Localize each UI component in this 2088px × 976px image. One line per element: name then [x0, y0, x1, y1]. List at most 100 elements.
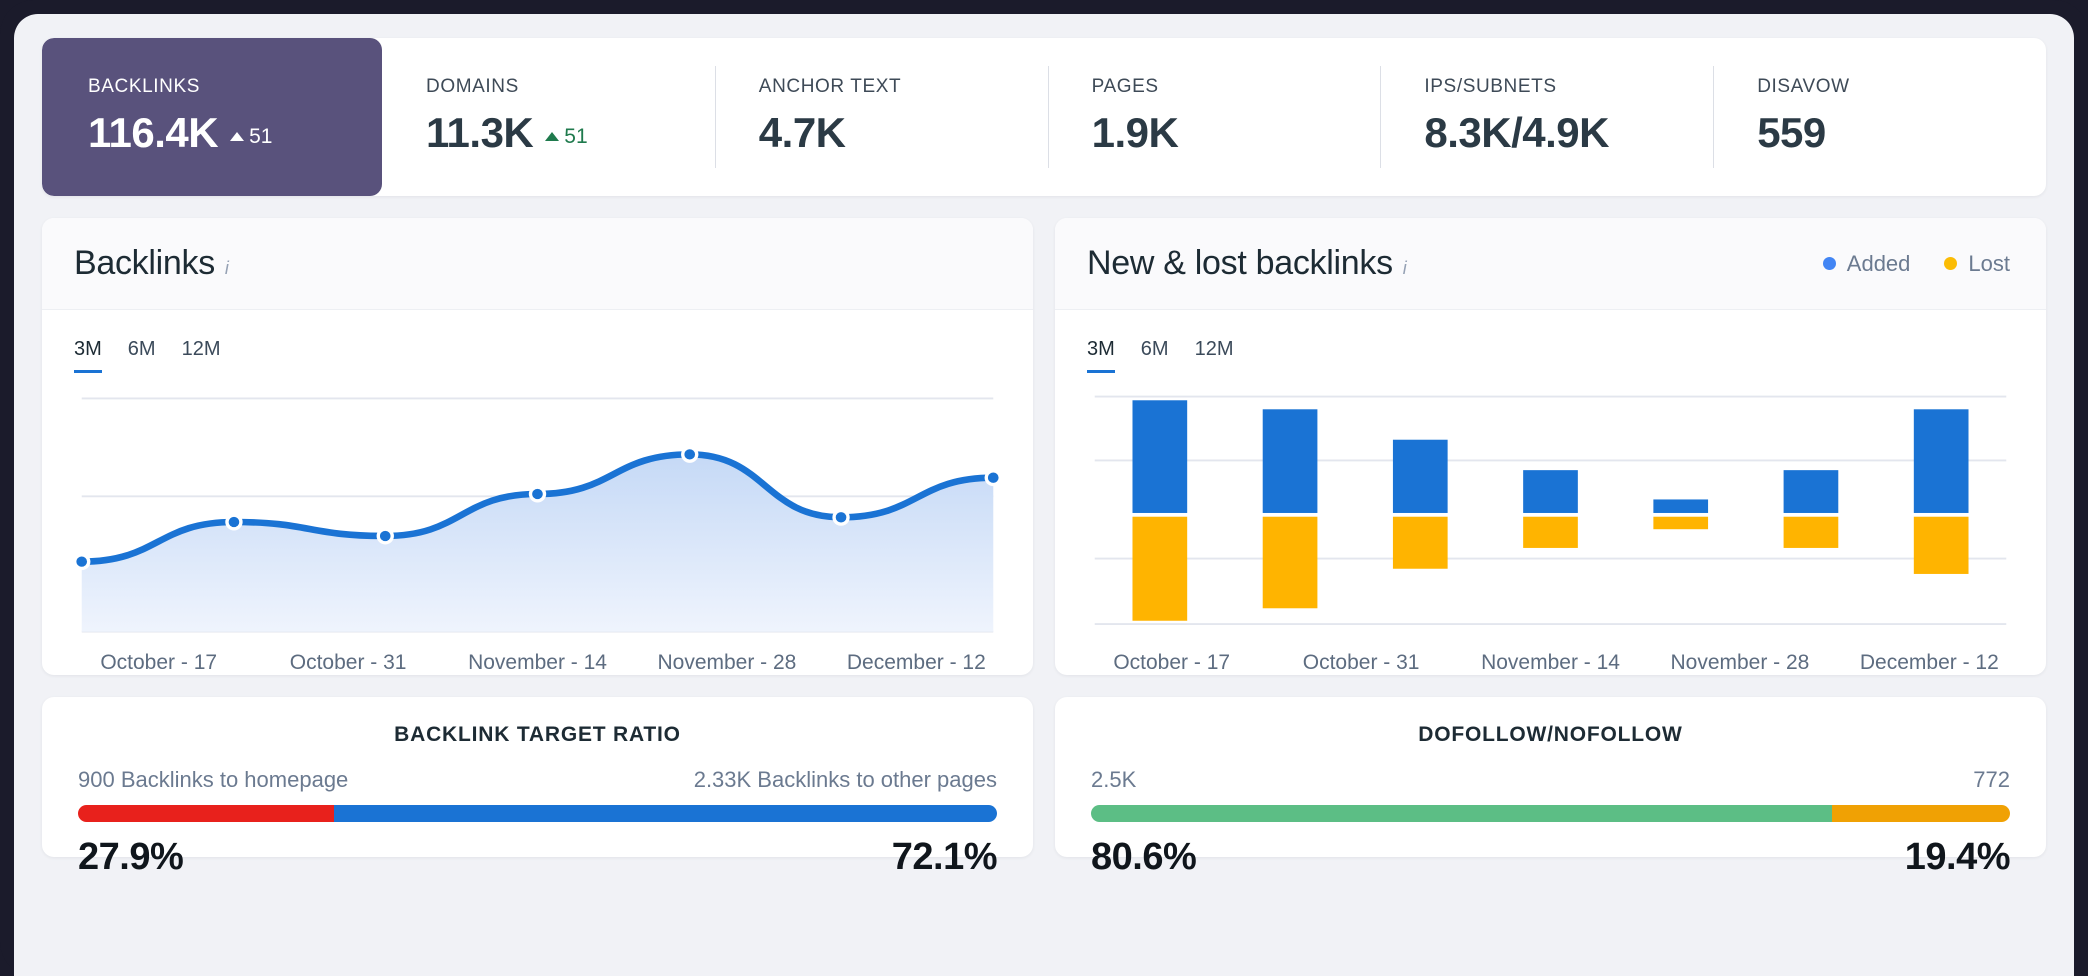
new-lost-x-tick: November - 28 — [1670, 651, 1810, 674]
new-lost-range-tabs: 3M 6M 12M — [1055, 310, 2046, 373]
metric-value-row: 8.3K/4.9K — [1424, 112, 1713, 154]
ratio-segment-left — [1091, 805, 1832, 822]
ratio-right-percent: 19.4% — [1904, 836, 2011, 878]
metric-value: 4.7K — [758, 109, 846, 156]
legend-dot-icon — [1944, 257, 1958, 270]
backlinks-x-tick: October - 31 — [289, 651, 407, 674]
bar-lost[interactable] — [1262, 516, 1318, 609]
chart-legend: Added Lost — [1822, 250, 2010, 277]
data-point[interactable] — [835, 512, 847, 523]
data-point[interactable] — [379, 530, 391, 542]
ratio-panel-title: BACKLINK TARGET RATIO — [394, 723, 681, 746]
legend-label: Added — [1846, 250, 1911, 276]
bar-added[interactable] — [1262, 409, 1318, 513]
ratio-right-label: 2.33K Backlinks to other pages — [693, 767, 997, 792]
metric-card-anchor-text[interactable]: ANCHOR TEXT 4.7K — [714, 38, 1048, 196]
bar-lost[interactable] — [1653, 516, 1709, 530]
ratio-percent-row: 80.6% 19.4% — [1091, 836, 2011, 879]
data-point[interactable] — [76, 556, 88, 567]
metric-value-row: 11.3K 51 — [426, 112, 715, 155]
backlinks-tab-3m[interactable]: 3M — [74, 338, 102, 373]
data-point[interactable] — [228, 516, 240, 528]
new-lost-tab-12m[interactable]: 12M — [1195, 338, 1234, 373]
bar-lost[interactable] — [1783, 516, 1839, 548]
data-point[interactable] — [987, 472, 999, 483]
new-lost-tab-6m[interactable]: 6M — [1141, 338, 1169, 373]
bar-added[interactable] — [1132, 400, 1188, 513]
caret-up-icon — [230, 132, 245, 141]
new-lost-card-title: New & lost backlinks i — [1087, 244, 1407, 283]
legend-dot-icon — [1822, 257, 1836, 270]
bar-added[interactable] — [1913, 409, 1969, 513]
new-lost-x-tick: December - 12 — [1859, 651, 1999, 674]
metric-delta: 51 — [545, 125, 588, 149]
bar-lost[interactable] — [1913, 516, 1969, 574]
ratio-right-percent: 72.1% — [891, 836, 998, 878]
backlinks-card: Backlinks i 3M 6M 12M October - 17 Octob… — [42, 218, 1033, 675]
new-lost-title-text: New & lost backlinks — [1087, 244, 1393, 282]
ratio-labels-row: 900 Backlinks to homepage 2.33K Backlinks… — [78, 767, 997, 793]
new-lost-card-header: New & lost backlinks i Added Lost — [1055, 218, 2046, 310]
data-point[interactable] — [684, 449, 696, 460]
backlinks-tab-6m[interactable]: 6M — [128, 338, 156, 373]
ratio-left-percent: 80.6% — [1091, 836, 1197, 878]
bar-lost[interactable] — [1392, 516, 1448, 569]
legend-item-lost[interactable]: Lost — [1944, 251, 2010, 277]
ratio-left-label: 2.5K — [1091, 767, 1137, 792]
ratio-panels-row: BACKLINK TARGET RATIO 900 Backlinks to ho… — [42, 697, 2046, 878]
bar-lost[interactable] — [1132, 516, 1188, 621]
new-lost-x-tick: November - 14 — [1481, 651, 1620, 674]
dashboard-page: BACKLINKS 116.4K 51 DOMAINS 11.3K 51 ANCHOR TE… — [14, 14, 2074, 976]
ratio-progress-bar — [1091, 805, 2010, 822]
backlinks-x-tick: November - 14 — [468, 651, 607, 674]
metric-card-pages[interactable]: PAGES 1.9K — [1047, 38, 1381, 196]
backlinks-tab-12m[interactable]: 12M — [182, 338, 221, 373]
backlink-target-ratio-panel: BACKLINK TARGET RATIO 900 Backlinks to ho… — [42, 697, 1033, 878]
data-point[interactable] — [532, 488, 543, 500]
metric-card-disavow[interactable]: DISAVOW 559 — [1713, 38, 2046, 196]
backlinks-card-title: Backlinks i — [74, 244, 229, 283]
legend-label: Lost — [1968, 250, 2010, 276]
metric-delta: 51 — [230, 125, 272, 149]
legend-item-added[interactable]: Added — [1822, 250, 1911, 277]
backlinks-x-tick: December - 12 — [846, 651, 986, 674]
bar-added[interactable] — [1523, 470, 1578, 513]
backlinks-x-axis: October - 17 October - 31 November - 14 Nov… — [42, 651, 1033, 675]
viewport: BACKLINKS 116.4K 51 DOMAINS 11.3K 51 ANCHOR TE… — [14, 14, 2074, 976]
bar-lost[interactable] — [1523, 516, 1578, 548]
area-chart-svg — [73, 397, 1002, 633]
bar-chart-svg — [1094, 395, 2007, 626]
metric-value-row: 116.4K 51 — [88, 112, 382, 155]
metric-value: 11.3K — [426, 109, 534, 156]
backlinks-x-tick: October - 17 — [100, 651, 218, 674]
backlinks-area-chart — [42, 373, 1033, 641]
new-lost-x-axis: October - 17 October - 31 November - 14 Nov… — [1055, 651, 2046, 675]
ratio-segment-left — [78, 805, 335, 822]
metric-value: 8.3K/4.9K — [1424, 109, 1609, 156]
metric-label: BACKLINKS — [88, 76, 201, 97]
metric-value: 116.4K — [88, 109, 219, 156]
metric-label: DOMAINS — [426, 76, 519, 97]
metric-value-row: 559 — [1757, 112, 2046, 154]
metric-card-backlinks[interactable]: BACKLINKS 116.4K 51 — [42, 38, 382, 196]
bar-added[interactable] — [1392, 439, 1448, 513]
new-lost-tab-3m[interactable]: 3M — [1087, 338, 1115, 373]
metric-label: IPS/SUBNETS — [1424, 76, 1557, 97]
metric-card-ips-subnets[interactable]: IPS/SUBNETS 8.3K/4.9K — [1380, 38, 1713, 196]
info-icon[interactable]: i — [1403, 258, 1407, 279]
metric-card-domains[interactable]: DOMAINS 11.3K 51 — [382, 38, 715, 196]
new-lost-bar-chart — [1055, 373, 2046, 641]
backlinks-x-tick: November - 28 — [657, 651, 797, 674]
metric-label: ANCHOR TEXT — [758, 76, 902, 97]
metric-label: DISAVOW — [1757, 76, 1850, 97]
backlinks-card-header: Backlinks i — [42, 218, 1033, 310]
metric-value: 559 — [1757, 109, 1826, 156]
ratio-left-percent: 27.9% — [78, 836, 184, 878]
bar-added[interactable] — [1653, 499, 1709, 513]
new-lost-backlinks-card: New & lost backlinks i Added Lost 3M 6M 12M… — [1055, 218, 2046, 675]
bar-added[interactable] — [1783, 470, 1839, 513]
info-icon[interactable]: i — [225, 258, 229, 279]
ratio-labels-row: 2.5K 772 — [1091, 767, 2010, 793]
metric-label: PAGES — [1091, 76, 1159, 97]
metric-delta-value: 51 — [249, 124, 273, 148]
